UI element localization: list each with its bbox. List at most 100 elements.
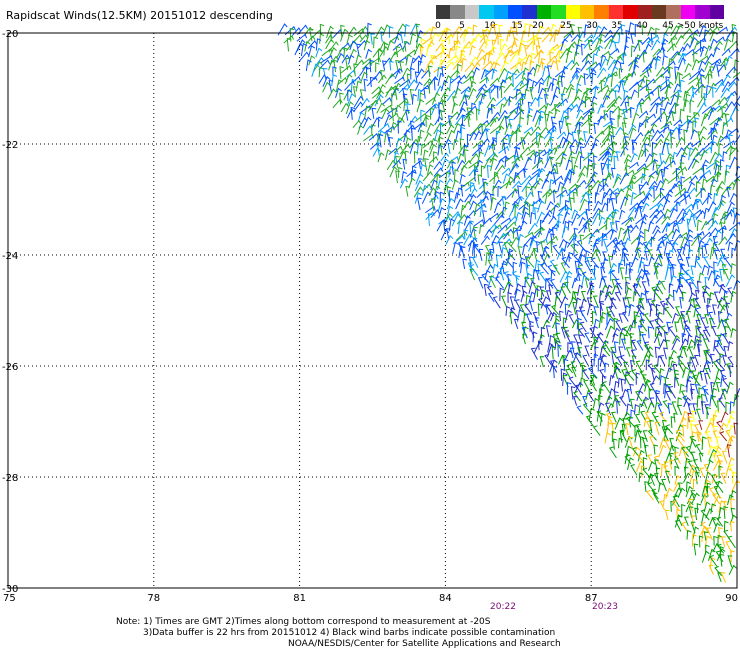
wind-barb — [427, 213, 433, 226]
wind-barb — [722, 355, 727, 366]
wind-barb — [576, 405, 584, 415]
wind-barb — [457, 221, 464, 234]
wind-barb — [706, 459, 714, 472]
wind-barb — [649, 383, 657, 395]
wind-barb — [363, 125, 373, 135]
wind-barb — [440, 157, 449, 171]
wind-barb — [411, 93, 418, 105]
wind-barb — [591, 72, 597, 85]
wind-barb — [413, 186, 424, 198]
wind-barb — [530, 347, 538, 360]
wind-barb — [355, 54, 362, 65]
wind-barb — [580, 191, 590, 204]
lat-tick-label: -24 — [2, 251, 18, 262]
wind-barb — [583, 130, 588, 143]
notes-line-2: 3)Data buffer is 22 hrs from 20151012 4)… — [143, 628, 556, 638]
wind-barb — [690, 357, 697, 371]
wind-barb — [500, 60, 509, 72]
wind-barb — [568, 314, 575, 325]
wind-barb — [721, 377, 730, 389]
wind-barb — [549, 278, 558, 290]
wind-barb — [476, 151, 484, 164]
wind-barb — [514, 299, 521, 310]
wind-barb — [584, 134, 594, 148]
wind-barb — [511, 155, 524, 164]
wind-barb — [708, 564, 714, 575]
wind-barb — [548, 284, 553, 296]
wind-barb — [592, 397, 599, 409]
wind-barb — [721, 48, 731, 56]
wind-barb — [707, 73, 713, 85]
wind-barb — [453, 122, 462, 134]
wind-barb — [585, 389, 592, 401]
wind-barb — [539, 356, 545, 368]
wind-barb — [666, 43, 677, 53]
wind-barb — [472, 256, 479, 268]
wind-barb — [587, 366, 598, 379]
wind-barb — [619, 209, 626, 220]
wind-barb — [419, 53, 427, 66]
wind-barb — [388, 136, 394, 148]
wind-barb — [513, 80, 524, 91]
wind-barb — [668, 326, 677, 338]
wind-barb — [479, 76, 489, 84]
wind-barb — [711, 206, 720, 218]
wind-barb — [483, 283, 489, 297]
wind-barb — [720, 572, 727, 583]
wind-barb — [552, 244, 561, 256]
wind-barb — [544, 354, 553, 366]
wind-barb — [546, 55, 558, 66]
wind-barb — [619, 267, 625, 280]
wind-barb — [514, 203, 520, 217]
lon-tick-label: 90 — [725, 593, 738, 604]
wind-barb — [598, 216, 606, 227]
wind-barb — [694, 371, 703, 385]
wind-barb — [348, 54, 355, 65]
wind-barb — [719, 159, 725, 171]
wind-barb — [448, 34, 454, 45]
wind-barb — [669, 274, 677, 288]
wind-barb — [357, 124, 364, 135]
wind-barb — [644, 250, 650, 261]
wind-barb — [509, 105, 521, 114]
wind-barb — [625, 347, 631, 357]
wind-barb — [606, 291, 613, 302]
wind-barb — [468, 153, 479, 164]
wind-barb — [713, 277, 720, 288]
wind-barb — [647, 429, 657, 441]
lon-tick-label: 84 — [439, 593, 452, 604]
wind-barb — [530, 185, 536, 198]
wind-barb — [579, 321, 587, 333]
wind-barb — [615, 126, 624, 136]
wind-barb — [613, 208, 620, 219]
wind-barb — [594, 346, 599, 359]
wind-barb — [445, 228, 451, 240]
wind-barb — [459, 173, 466, 185]
wind-barb — [549, 259, 558, 270]
wind-barb — [615, 192, 620, 204]
wind-barb — [680, 176, 685, 190]
wind-barb — [711, 326, 717, 337]
wind-barb — [621, 217, 633, 225]
wind-barb — [593, 155, 598, 169]
lon-tick-label: 81 — [293, 593, 306, 604]
wind-barb — [509, 130, 517, 143]
wind-barb — [609, 48, 620, 56]
wind-barb — [631, 369, 639, 379]
wind-barb — [653, 444, 659, 455]
wind-barb — [565, 131, 573, 143]
wind-barb — [715, 381, 721, 393]
wind-barb — [664, 306, 673, 319]
wind-barb — [690, 424, 695, 437]
wind-barb — [689, 99, 695, 113]
wind-barb — [553, 144, 562, 155]
wind-barb — [583, 379, 590, 392]
wind-barb — [399, 31, 405, 44]
lon-tick-label: 78 — [147, 593, 160, 604]
wind-barb — [681, 211, 688, 224]
wind-barb — [318, 66, 324, 78]
wind-barb — [698, 125, 707, 137]
wind-barb — [561, 225, 569, 239]
wind-barb — [501, 246, 507, 259]
wind-barb — [652, 48, 662, 57]
